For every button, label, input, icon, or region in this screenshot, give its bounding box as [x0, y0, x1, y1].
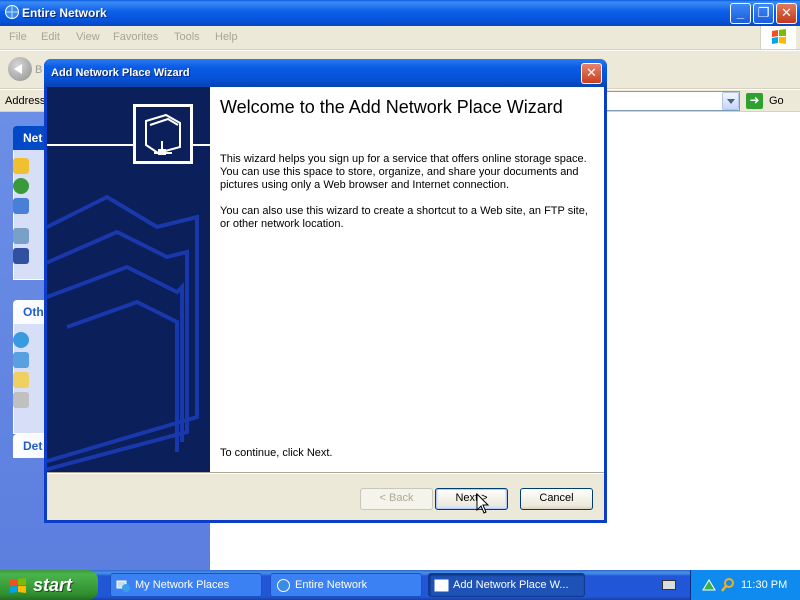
windows-flag-icon — [10, 578, 26, 593]
wizard-shortcut-text: You can also use this wizard to create a… — [220, 205, 588, 230]
task-label: Add Network Place W... — [453, 579, 569, 591]
menu-file[interactable]: File — [9, 31, 27, 43]
start-button[interactable]: start — [0, 570, 98, 600]
wizard-task-icon[interactable] — [13, 158, 29, 174]
task-add-network-place[interactable]: Add Network Place W... — [428, 573, 585, 597]
task-label: Entire Network — [295, 579, 368, 591]
window-icon — [434, 579, 449, 592]
go-button-label[interactable]: Go — [769, 95, 784, 107]
computer-place-icon[interactable] — [13, 352, 29, 368]
network-tray-icon[interactable] — [701, 577, 717, 593]
menu-help[interactable]: Help — [215, 31, 238, 43]
menu-tools[interactable]: Tools — [174, 31, 200, 43]
add-network-place-wizard: Add Network Place Wizard ✕ Welcome to th… — [44, 59, 607, 523]
back-label[interactable]: B — [35, 64, 42, 76]
task-entire-network[interactable]: Entire Network — [270, 573, 422, 597]
network-task-icon[interactable] — [13, 198, 29, 214]
cancel-button[interactable]: Cancel — [520, 488, 593, 510]
wizard-continue-text: To continue, click Next. — [220, 447, 333, 459]
dialog-client: Welcome to the Add Network Place Wizard … — [47, 87, 604, 520]
search-icon[interactable] — [720, 577, 736, 593]
menu-view[interactable]: View — [76, 31, 100, 43]
wizard-heading: Welcome to the Add Network Place Wizard — [220, 97, 563, 117]
maximize-button[interactable]: ❐ — [753, 3, 774, 24]
wizard-content: Welcome to the Add Network Place Wizard … — [210, 87, 604, 472]
minimize-button[interactable]: _ — [730, 3, 751, 24]
back-arrow-icon[interactable] — [8, 57, 32, 81]
desktop-place-icon[interactable] — [13, 332, 29, 348]
task-label: My Network Places — [135, 579, 230, 591]
explorer-title: Entire Network — [22, 6, 107, 20]
start-label: start — [33, 575, 73, 595]
globe-icon — [277, 579, 290, 592]
go-arrow-icon[interactable]: ➜ — [746, 93, 763, 109]
computer-task-icon[interactable] — [13, 248, 29, 264]
windows-logo-icon — [760, 26, 796, 49]
network-folder-icon — [133, 104, 193, 164]
printers-place-icon[interactable] — [13, 392, 29, 408]
documents-place-icon[interactable] — [13, 372, 29, 388]
menu-favorites[interactable]: Favorites — [113, 31, 158, 43]
task-my-network-places[interactable]: My Network Places — [110, 573, 262, 597]
menu-bar: File Edit View Favorites Tools Help — [0, 26, 800, 50]
close-window-button[interactable]: ✕ — [776, 3, 797, 24]
globe-task-icon[interactable] — [13, 178, 29, 194]
address-dropdown-button[interactable] — [722, 92, 739, 110]
dialog-close-button[interactable]: ✕ — [581, 63, 602, 84]
back-button[interactable]: < Back — [360, 488, 433, 510]
wizard-sidebar-art — [47, 87, 210, 472]
network-places-icon — [116, 580, 130, 592]
wizard-intro-text: This wizard helps you sign up for a serv… — [220, 153, 587, 191]
printer-task-icon[interactable] — [13, 228, 29, 244]
address-label: Address — [5, 95, 46, 107]
keyboard-icon[interactable] — [662, 580, 676, 590]
dialog-titlebar[interactable]: Add Network Place Wizard ✕ — [44, 59, 607, 87]
dialog-title: Add Network Place Wizard — [51, 67, 190, 79]
explorer-titlebar[interactable]: Entire Network _ ❐ ✕ — [0, 0, 800, 26]
taskbar: start My Network Places Entire Network A… — [0, 570, 800, 600]
button-separator — [47, 472, 604, 474]
next-button[interactable]: Next > — [435, 488, 508, 510]
menu-edit[interactable]: Edit — [41, 31, 60, 43]
network-globe-icon — [5, 5, 19, 19]
system-tray: 11:30 PM — [690, 570, 800, 600]
clock[interactable]: 11:30 PM — [741, 579, 787, 591]
mouse-cursor-icon — [476, 493, 490, 514]
